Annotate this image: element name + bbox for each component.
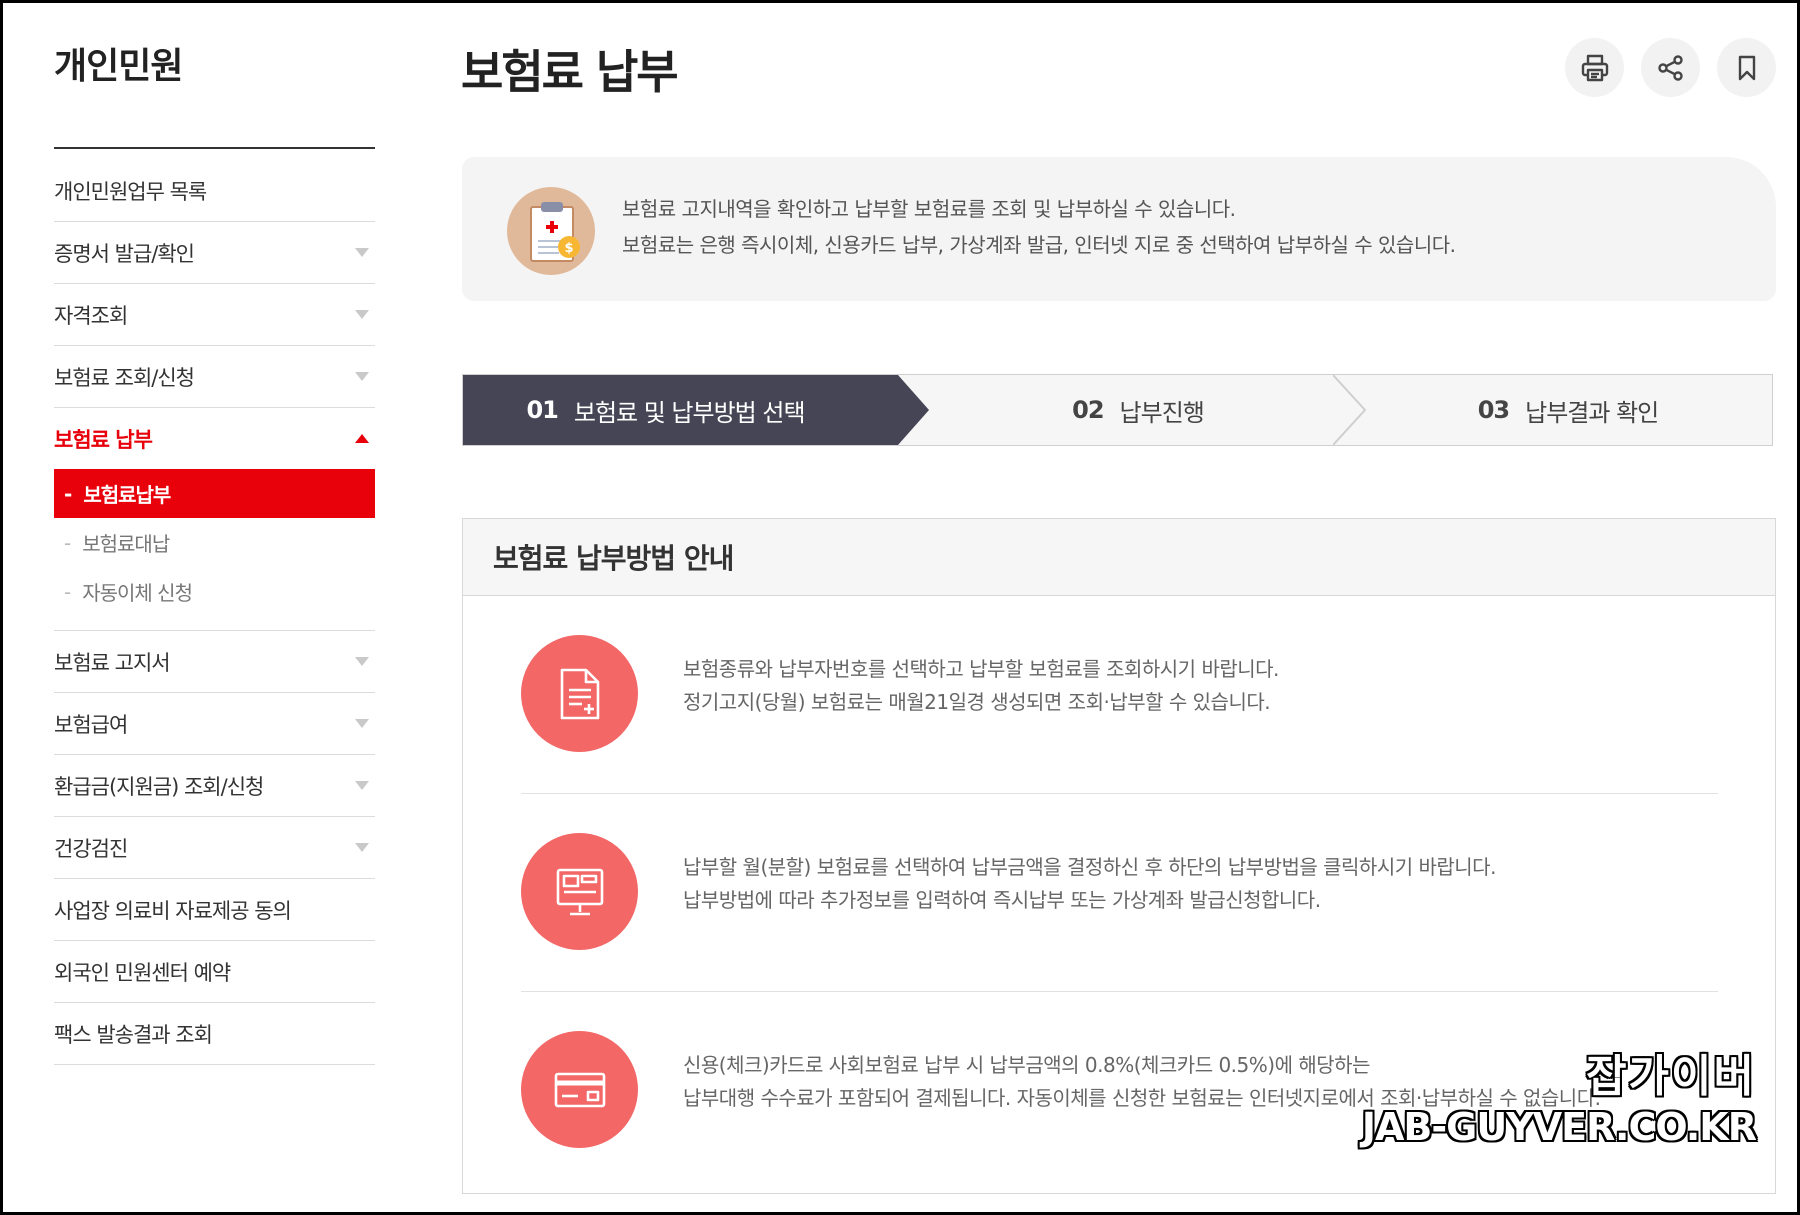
intro-line: 보험료는 은행 즉시이체, 신용카드 납부, 가상계좌 발급, 인터넷 지로 중… xyxy=(622,233,1456,257)
guide-line: 납부할 월(분할) 보험료를 선택하여 납부금액을 결정하신 후 하단의 납부방… xyxy=(683,855,1496,879)
sidebar-divider xyxy=(54,147,375,149)
sidebar-item-foreigner-reservation[interactable]: 외국인 민원센터 예약 xyxy=(54,941,375,1003)
intro-text: 보험료 고지내역을 확인하고 납부할 보험료를 조회 및 납부하실 수 있습니다… xyxy=(622,191,1456,263)
step-number: 02 xyxy=(1072,396,1104,424)
sidebar-submenu-container: - 보험료납부 - 보험료대납 - 자동이체 신청 xyxy=(54,469,375,631)
bookmark-icon xyxy=(1738,55,1755,80)
sidebar-item-label: 팩스 발송결과 조회 xyxy=(54,1022,213,1047)
page-title: 보험료 납부 xyxy=(461,45,679,99)
guide-row: 납부할 월(분할) 보험료를 선택하여 납부금액을 결정하신 후 하단의 납부방… xyxy=(521,793,1718,992)
sidebar-item-notice[interactable]: 보험료 고지서 xyxy=(54,631,375,693)
guide-line: 정기고지(당월) 보험료는 매월21일경 생성되면 조회·납부할 수 있습니다. xyxy=(683,690,1271,714)
step-3: 03 납부결과 확인 xyxy=(1363,375,1773,445)
sidebar-item-premium-inquiry[interactable]: 보험료 조회/신청 xyxy=(54,346,375,408)
toolbar xyxy=(1565,38,1776,97)
submenu-item-proxy-payment[interactable]: - 보험료대납 xyxy=(54,518,375,567)
submenu-item-label: 보험료대납 xyxy=(82,532,170,556)
chevron-down-icon xyxy=(355,657,369,666)
sidebar-item-label: 사업장 의료비 자료제공 동의 xyxy=(54,898,292,923)
step-1: 01 보험료 및 납부방법 선택 xyxy=(463,375,898,445)
guide-text: 납부할 월(분할) 보험료를 선택하여 납부금액을 결정하신 후 하단의 납부방… xyxy=(683,851,1496,917)
submenu-item-label: 자동이체 신청 xyxy=(82,581,193,605)
watermark-korean: 잡가이버 xyxy=(1586,1051,1756,1102)
intro-box: $ 보험료 고지내역을 확인하고 납부할 보험료를 조회 및 납부하실 수 있습… xyxy=(462,157,1776,301)
submenu-item-premium-payment[interactable]: - 보험료납부 xyxy=(54,469,375,518)
sidebar-item-eligibility[interactable]: 자격조회 xyxy=(54,284,375,346)
guide-line: 신용(체크)카드로 사회보험료 납부 시 납부금액의 0.8%(체크카드 0.5… xyxy=(683,1053,1370,1077)
svg-text:$: $ xyxy=(564,241,573,256)
sidebar-item-label: 보험급여 xyxy=(54,712,128,737)
guide-line: 보험종류와 납부자번호를 선택하고 납부할 보험료를 조회하시기 바랍니다. xyxy=(683,657,1279,681)
guide-title: 보험료 납부방법 안내 xyxy=(463,519,1775,596)
watermark-url: JAB-GUYVER.CO.KR xyxy=(1361,1105,1757,1149)
print-icon xyxy=(1581,54,1608,81)
guide-row: 보험종류와 납부자번호를 선택하고 납부할 보험료를 조회하시기 바랍니다. 정… xyxy=(521,595,1718,794)
sidebar-item-label: 보험료 고지서 xyxy=(54,650,171,675)
clipboard-payment-icon: $ xyxy=(507,187,595,275)
sidebar-item-label: 건강검진 xyxy=(54,836,128,861)
payment-guide: 보험료 납부방법 안내 보험종류와 납부자번호를 선택하고 납부할 보험료를 조… xyxy=(462,518,1776,1194)
card-icon xyxy=(521,1031,638,1148)
sidebar-item-label: 개인민원업무 목록 xyxy=(54,179,207,204)
step-label: 납부결과 확인 xyxy=(1525,398,1659,427)
sidebar-item-label: 보험료 조회/신청 xyxy=(54,365,195,390)
guide-text: 보험종류와 납부자번호를 선택하고 납부할 보험료를 조회하시기 바랍니다. 정… xyxy=(683,653,1279,719)
intro-line: 보험료 고지내역을 확인하고 납부할 보험료를 조회 및 납부하실 수 있습니다… xyxy=(622,197,1236,221)
print-button[interactable] xyxy=(1565,38,1624,97)
sidebar-item-label: 증명서 발급/확인 xyxy=(54,241,195,266)
sidebar-item-medical-data-consent[interactable]: 사업장 의료비 자료제공 동의 xyxy=(54,879,375,941)
sidebar-item-fax-result[interactable]: 팩스 발송결과 조회 xyxy=(54,1003,375,1065)
step-label: 납부진행 xyxy=(1119,398,1205,427)
sidebar-item-list[interactable]: 개인민원업무 목록 xyxy=(54,160,375,222)
dash-bullet: - xyxy=(64,481,72,506)
chevron-down-icon xyxy=(355,719,369,728)
chevron-down-icon xyxy=(355,248,369,257)
sidebar-item-label: 환급금(지원금) 조회/신청 xyxy=(54,774,264,799)
sidebar-title: 개인민원 xyxy=(54,46,183,87)
step-label: 보험료 및 납부방법 선택 xyxy=(573,398,806,427)
guide-line: 납부방법에 따라 추가정보를 입력하여 즉시납부 또는 가상계좌 발급신청합니다… xyxy=(683,888,1321,912)
progress-steps: 01 보험료 및 납부방법 선택 02 납부진행 03 납부결과 확인 xyxy=(462,374,1773,446)
sidebar-item-certificate[interactable]: 증명서 발급/확인 xyxy=(54,222,375,284)
sidebar-item-refund[interactable]: 환급금(지원금) 조회/신청 xyxy=(54,755,375,817)
submenu-item-label: 보험료납부 xyxy=(83,483,171,507)
share-button[interactable] xyxy=(1641,38,1700,97)
submenu-item-auto-transfer[interactable]: - 자동이체 신청 xyxy=(54,567,375,616)
bookmark-button[interactable] xyxy=(1717,38,1776,97)
dash-bullet: - xyxy=(64,579,71,604)
step-number: 01 xyxy=(526,396,558,424)
dash-bullet: - xyxy=(64,530,71,555)
chevron-down-icon xyxy=(355,310,369,319)
step-arrow xyxy=(898,375,929,445)
sidebar-item-benefits[interactable]: 보험급여 xyxy=(54,693,375,755)
share-icon xyxy=(1657,54,1683,81)
sidebar-menu: 개인민원업무 목록 증명서 발급/확인 자격조회 보험료 조회/신청 보험료 납… xyxy=(54,160,375,1065)
sidebar-submenu: - 보험료납부 - 보험료대납 - 자동이체 신청 xyxy=(54,469,375,631)
sidebar-item-label: 외국인 민원센터 예약 xyxy=(54,960,231,985)
sidebar-item-health-checkup[interactable]: 건강검진 xyxy=(54,817,375,879)
guide-row: 신용(체크)카드로 사회보험료 납부 시 납부금액의 0.8%(체크카드 0.5… xyxy=(521,991,1718,1191)
sidebar-item-premium-payment[interactable]: 보험료 납부 xyxy=(54,408,375,469)
chevron-down-icon xyxy=(355,781,369,790)
chevron-down-icon xyxy=(355,843,369,852)
monitor-icon xyxy=(521,833,638,950)
chevron-up-icon xyxy=(355,434,369,443)
chevron-down-icon xyxy=(355,372,369,381)
sidebar-item-label: 자격조회 xyxy=(54,303,128,328)
step-number: 03 xyxy=(1477,396,1510,424)
document-icon xyxy=(521,635,638,752)
sidebar-item-label: 보험료 납부 xyxy=(54,427,153,452)
step-2: 02 납부진행 xyxy=(933,375,1343,445)
